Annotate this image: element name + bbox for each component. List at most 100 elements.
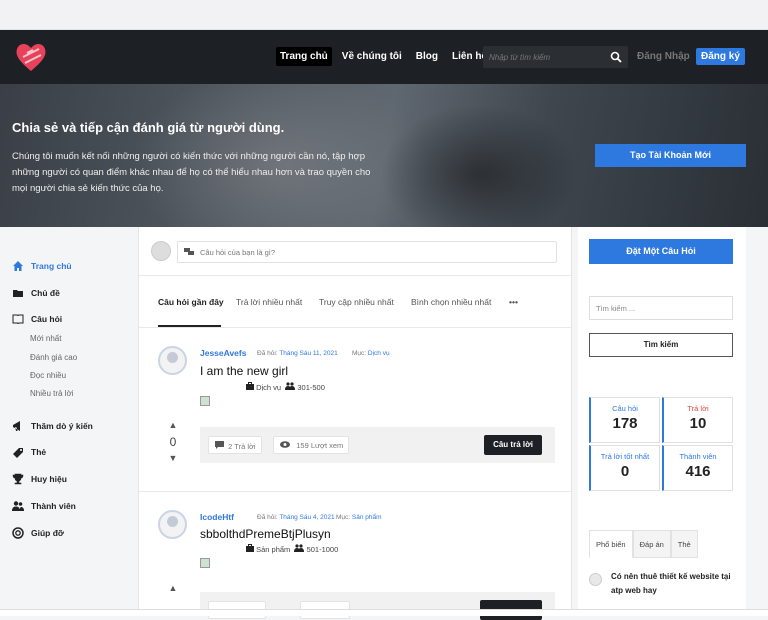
hero-description: Chúng tôi muốn kết nối những người có ki… (12, 151, 371, 194)
nav-blog[interactable]: Blog (412, 47, 442, 66)
sidebar-item-tags[interactable]: Thẻ (12, 446, 46, 458)
tab-most-voted[interactable]: Bình chọn nhiều nhất (411, 297, 491, 307)
sidebar-item-topics[interactable]: Chủ đề (12, 287, 60, 299)
stat-value: 0 (620, 463, 630, 480)
answer-button[interactable]: Câu trả lời (484, 435, 542, 455)
question-date-value[interactable]: Tháng Sáu 11, 2021 (279, 350, 337, 357)
browser-top-strip (0, 0, 768, 30)
question-category-value[interactable]: Dịch vụ (368, 350, 390, 357)
book-icon (12, 314, 24, 325)
avatar (151, 241, 171, 261)
tab-most-answered[interactable]: Trả lời nhiều nhất (236, 297, 302, 307)
signup-button[interactable]: Đăng ký (696, 48, 745, 65)
ask-question-button[interactable]: Đặt Một Câu Hỏi (589, 239, 733, 264)
sidebar-item-label: Thành viên (31, 501, 76, 511)
sidebar-sub-most-read[interactable]: Đọc nhiều (30, 371, 66, 380)
tag-icon (13, 448, 23, 458)
question-category: Mục: Dịch vụ (352, 350, 390, 357)
broken-image (200, 558, 210, 568)
question-title[interactable]: I am the new girl (200, 364, 288, 378)
briefcase-icon (246, 544, 254, 552)
question-date-label: Đã hỏi: (257, 514, 278, 521)
sidebar-search-button[interactable]: Tìm kiếm (589, 333, 733, 357)
sidebar-item-polls[interactable]: Thăm dò ý kiến (12, 420, 93, 432)
answers-count[interactable]: 2 Trả lời (208, 436, 262, 454)
stat-value: 178 (612, 415, 638, 432)
nav-home[interactable]: Trang chủ (276, 47, 332, 66)
nav-about[interactable]: Về chúng tôi (338, 47, 406, 66)
home-icon (13, 261, 23, 271)
vote-up-icon[interactable]: ▲ (167, 420, 179, 430)
sidebar-item-home[interactable]: Trang chủ (12, 260, 72, 272)
question-tag-category[interactable]: Sản phẩm (256, 545, 290, 554)
question-tag-category[interactable]: Dịch vụ (256, 383, 281, 392)
folder-icon (13, 290, 23, 297)
question-card: IcodeHtf Đã hỏi: Tháng Sáu 4, 2021 Mục: … (139, 492, 571, 620)
sidebar-item-label: Chủ đề (31, 288, 60, 298)
tab-most-visited[interactable]: Truy cập nhiều nhất (319, 297, 394, 307)
sidebar-item-label: Trang chủ (31, 261, 72, 271)
tab-popular[interactable]: Phổ biến (589, 530, 633, 558)
question-author[interactable]: JesseAvefs (200, 348, 246, 358)
sidebar-item-questions[interactable]: Câu hỏi (12, 313, 62, 325)
question-category-value[interactable]: Sản phẩm (352, 514, 382, 521)
users-icon (285, 382, 296, 390)
avatar[interactable] (158, 346, 187, 375)
search-icon[interactable] (610, 51, 622, 63)
users-icon (12, 501, 24, 511)
question-tags: Dịch vụ 301-500 (246, 382, 325, 392)
popular-question-title[interactable]: Có nên thuê thiết kế website tại atp web… (611, 570, 741, 598)
question-tag-range[interactable]: 301-500 (297, 383, 325, 392)
ask-question-input[interactable]: Câu hỏi của bạn là gì? (177, 241, 557, 263)
stats-panel: Câu hỏi 178 Trả lời 10 Trả lời tốt nhất … (589, 397, 733, 492)
stat-label: Câu hỏi (612, 404, 638, 413)
users-icon (294, 544, 305, 552)
tab-recent[interactable]: Câu hỏi gần đây (158, 297, 224, 307)
sidebar-item-label: Thẻ (31, 447, 47, 457)
question-tabs: Câu hỏi gần đây Trả lời nhiều nhất Truy … (139, 276, 571, 328)
stat-value: 10 (689, 415, 707, 432)
left-sidebar: Trang chủ Chủ đề Câu hỏi Mới nhất Đánh g… (0, 227, 138, 616)
question-date-label: Đã hỏi: (257, 350, 278, 357)
question-category-label: Mục: (352, 350, 367, 357)
tab-answers[interactable]: Đáp án (632, 530, 671, 558)
question-footer: 2 Trả lời 159 Lượt xem Câu trả lời (200, 427, 555, 463)
question-tag-range[interactable]: 501-1000 (307, 545, 339, 554)
sidebar-item-members[interactable]: Thành viên (12, 500, 76, 512)
logo-heart-icon[interactable] (13, 39, 49, 75)
avatar (589, 573, 602, 586)
ask-question-placeholder: Câu hỏi của bạn là gì? (200, 248, 276, 257)
stat-label: Trả lời (687, 404, 709, 413)
chat-icon (184, 248, 194, 255)
sidebar-item-help[interactable]: Giúp đỡ (12, 527, 64, 539)
sidebar-item-badges[interactable]: Huy hiệu (12, 473, 67, 485)
question-category: Mục: Sản phẩm (336, 514, 382, 521)
sidebar-sub-most-answered[interactable]: Nhiều trả lời (30, 389, 73, 398)
vote-up-icon[interactable]: ▲ (167, 583, 179, 593)
answers-count-label: 2 Trả lời (228, 442, 256, 451)
megaphone-icon (13, 421, 20, 431)
stat-label: Thành viên (679, 452, 717, 461)
stat-label: Trả lời tốt nhất (600, 452, 650, 461)
sidebar-sub-newest[interactable]: Mới nhất (30, 334, 61, 343)
right-sidebar: Đặt Một Câu Hỏi Tìm kiếm ... Tìm kiếm Câ… (578, 227, 746, 616)
vote-down-icon[interactable]: ▼ (167, 453, 179, 463)
avatar[interactable] (158, 510, 187, 539)
question-date-value[interactable]: Tháng Sáu 4, 2021 (279, 514, 334, 521)
question-author[interactable]: IcodeHtf (200, 512, 234, 522)
sidebar-search-input[interactable]: Tìm kiếm ... (589, 296, 733, 320)
login-link[interactable]: Đăng Nhập (637, 51, 690, 62)
tab-more[interactable]: ••• (509, 297, 518, 307)
comment-icon (215, 441, 224, 449)
sidebar-item-label: Giúp đỡ (31, 528, 64, 538)
hero-title: Chia sẻ và tiếp cận đánh giá từ người dù… (12, 120, 285, 135)
sidebar-item-label: Câu hỏi (31, 314, 63, 324)
tab-tags[interactable]: Thẻ (670, 530, 698, 558)
active-tab-indicator (158, 325, 221, 327)
create-account-button[interactable]: Tạo Tài Khoản Mới (595, 144, 746, 167)
sidebar-item-label: Huy hiệu (31, 474, 67, 484)
nav-search-input[interactable] (483, 46, 603, 68)
sidebar-tabs: Phổ biến Đáp án Thẻ (589, 530, 698, 558)
sidebar-sub-top-rated[interactable]: Đánh giá cao (30, 353, 77, 362)
question-title[interactable]: sbbolthdPremeBtjPlusyn (200, 527, 331, 541)
